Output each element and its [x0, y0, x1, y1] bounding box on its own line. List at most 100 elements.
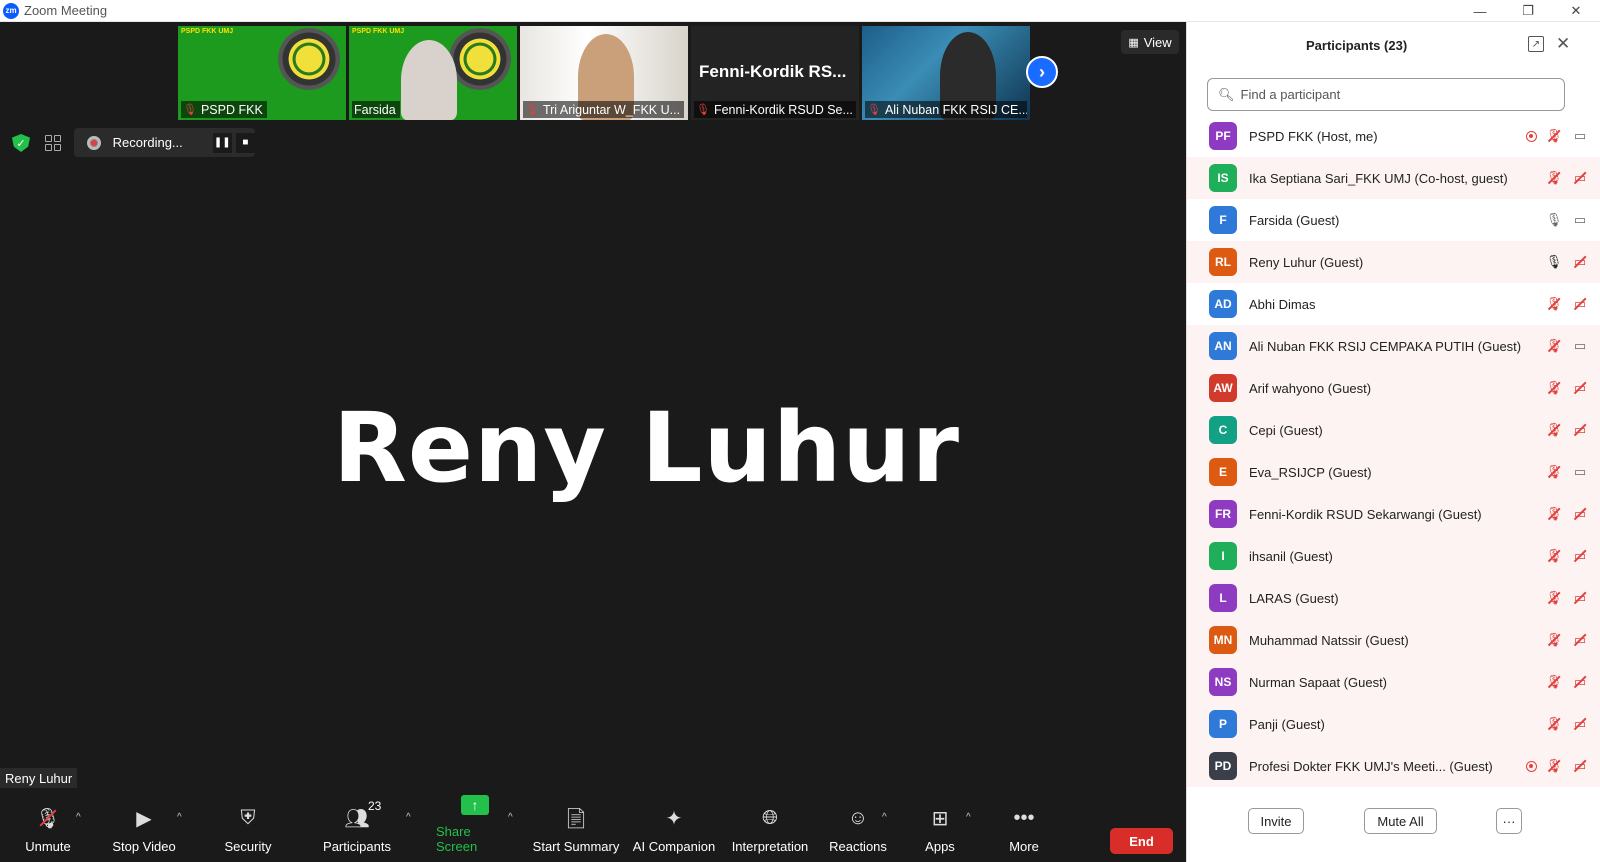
video-on-icon[interactable]: ▭ [1571, 337, 1589, 355]
participants-options-caret-icon[interactable]: ^ [406, 812, 411, 823]
video-off-icon[interactable]: ▭ [1571, 169, 1589, 187]
video-tile[interactable]: Fenni-Kordik RS... 🎙︎ Fenni-Kordik RSUD … [691, 26, 859, 120]
apps-grid-icon: ⊞ [931, 807, 949, 830]
video-on-icon[interactable]: ▭ [1571, 463, 1589, 481]
participant-row[interactable]: L LARAS (Guest) 🎙︎ ▭ [1187, 577, 1600, 619]
invite-button[interactable]: Invite [1248, 808, 1304, 834]
participant-row[interactable]: IS Ika Septiana Sari_FKK UMJ (Co-host, gu… [1187, 157, 1600, 199]
video-on-icon[interactable]: ▭ [1571, 211, 1589, 229]
share-screen-button[interactable]: ↑ Share Screen [436, 792, 514, 860]
restore-button[interactable]: ❐ [1504, 0, 1552, 22]
panel-footer: Invite Mute All ··· [1187, 797, 1600, 857]
reactions-options-caret-icon[interactable]: ^ [882, 812, 887, 823]
video-off-icon[interactable]: ▭ [1571, 673, 1589, 691]
video-off-icon[interactable]: ▭ [1571, 253, 1589, 271]
participant-row[interactable]: E Eva_RSIJCP (Guest) 🎙︎ ▭ [1187, 451, 1600, 493]
minimize-button[interactable]: — [1456, 0, 1504, 22]
tile-name: Tri Ariguntar W_FKK U... [542, 102, 681, 117]
mic-active-icon[interactable]: 🎙︎ [1545, 253, 1563, 271]
video-tile[interactable]: PSPD FKK UMJ 🎙︎ PSPD FKK [178, 26, 346, 120]
close-window-button[interactable]: ✕ [1552, 0, 1600, 22]
participant-row[interactable]: FR Fenni-Kordik RSUD Sekarwangi (Guest) 🎙︎… [1187, 493, 1600, 535]
video-on-icon[interactable]: ▭ [1571, 127, 1589, 145]
mic-muted-icon[interactable]: 🎙︎ [1545, 169, 1563, 187]
reactions-button[interactable]: ☺ Reactions [828, 792, 888, 860]
video-off-icon[interactable]: ▭ [1571, 421, 1589, 439]
avatar: PD [1209, 752, 1237, 780]
mic-muted-icon[interactable]: 🎙︎ [1545, 715, 1563, 733]
audio-options-caret-icon[interactable]: ^ [76, 812, 81, 823]
mic-muted-icon[interactable]: 🎙︎ [1545, 547, 1563, 565]
view-button[interactable]: ▦ View [1121, 30, 1179, 54]
mic-muted-icon[interactable]: 🎙︎ [1545, 463, 1563, 481]
participants-button[interactable]: 👥︎ 23 Participants [322, 792, 392, 860]
video-off-icon[interactable]: ▭ [1571, 505, 1589, 523]
university-emblem-icon [278, 28, 340, 90]
interpretation-button[interactable]: 🌐︎ Interpretation [728, 792, 812, 860]
security-button[interactable]: ⛨ Security [222, 792, 274, 860]
mic-muted-icon[interactable]: 🎙︎ [1545, 589, 1563, 607]
mic-muted-icon[interactable]: 🎙︎ [1545, 505, 1563, 523]
mic-muted-icon[interactable]: 🎙︎ [1545, 421, 1563, 439]
mic-muted-icon[interactable]: 🎙︎ [1545, 673, 1563, 691]
zoom-window: zm Zoom Meeting — ❐ ✕ PSPD FKK UMJ 🎙︎ PS… [0, 0, 1600, 862]
popout-icon[interactable]: ↗ [1528, 36, 1544, 52]
video-off-icon[interactable]: ▭ [1571, 757, 1589, 775]
video-tile[interactable]: PSPD FKK UMJ Farsida [349, 26, 517, 120]
participant-status-icons: 🎙︎ ▭ [1545, 577, 1589, 619]
stop-video-label: Stop Video [112, 839, 176, 854]
mic-muted-icon[interactable]: 🎙︎ [1545, 295, 1563, 313]
video-options-caret-icon[interactable]: ^ [177, 812, 182, 823]
mute-all-button[interactable]: Mute All [1364, 808, 1437, 834]
video-off-icon[interactable]: ▭ [1571, 547, 1589, 565]
mic-muted-icon[interactable]: 🎙︎ [1545, 631, 1563, 649]
ai-companion-button[interactable]: ✦ AI Companion [632, 792, 716, 860]
unmute-label: Unmute [25, 839, 71, 854]
stop-video-button[interactable]: ▶ Stop Video [110, 792, 178, 860]
next-page-arrow-icon[interactable]: › [1026, 56, 1058, 88]
mic-muted-icon[interactable]: 🎙︎ [1545, 379, 1563, 397]
avatar: C [1209, 416, 1237, 444]
gallery-grid-icon[interactable] [45, 135, 61, 151]
end-meeting-button[interactable]: End [1110, 828, 1173, 854]
video-off-icon[interactable]: ▭ [1571, 715, 1589, 733]
share-options-caret-icon[interactable]: ^ [508, 812, 513, 823]
apps-button[interactable]: ⊞ Apps [920, 792, 960, 860]
unmute-button[interactable]: 🎙︎ Unmute [22, 792, 74, 860]
encryption-shield-icon[interactable]: ✓ [12, 134, 30, 152]
mic-muted-icon[interactable]: 🎙︎ [1545, 757, 1563, 775]
search-input[interactable] [1240, 87, 1561, 102]
participant-status-icons: 🎙︎ ▭ [1545, 241, 1589, 283]
video-off-icon[interactable]: ▭ [1571, 295, 1589, 313]
mic-muted-icon[interactable]: 🎙︎ [1545, 337, 1563, 355]
participant-row[interactable]: P Panji (Guest) 🎙︎ ▭ [1187, 703, 1600, 745]
participant-video [401, 40, 457, 120]
close-panel-icon[interactable]: ✕ [1556, 34, 1570, 54]
video-tile[interactable]: 🎙︎ Ali Nuban FKK RSIJ CE... [862, 26, 1030, 120]
participant-row[interactable]: NS Nurman Sapaat (Guest) 🎙︎ ▭ [1187, 661, 1600, 703]
pause-recording-button[interactable]: ❚❚ [212, 132, 232, 153]
mic-on-icon[interactable]: 🎙︎ [1545, 211, 1563, 229]
participant-row[interactable]: C Cepi (Guest) 🎙︎ ▭ [1187, 409, 1600, 451]
panel-more-button[interactable]: ··· [1496, 808, 1522, 834]
participant-row[interactable]: Iihsanil (Guest) 🎙︎ ▭ [1187, 535, 1600, 577]
stop-recording-button[interactable]: ■ [235, 132, 255, 153]
participant-row[interactable]: PF PSPD FKK (Host, me) 🎙︎ ▭ [1187, 115, 1600, 157]
participant-row[interactable]: RL Reny Luhur (Guest) 🎙︎ ▭ [1187, 241, 1600, 283]
apps-label: Apps [925, 839, 955, 854]
start-summary-button[interactable]: 📄︎ Start Summary [532, 792, 620, 860]
mic-muted-icon[interactable]: 🎙︎ [1545, 127, 1563, 145]
video-off-icon[interactable]: ▭ [1571, 631, 1589, 649]
video-off-icon[interactable]: ▭ [1571, 589, 1589, 607]
participant-row[interactable]: MN Muhammad Natssir (Guest) 🎙︎ ▭ [1187, 619, 1600, 661]
apps-options-caret-icon[interactable]: ^ [966, 812, 971, 823]
participant-row[interactable]: AW Arif wahyono (Guest) 🎙︎ ▭ [1187, 367, 1600, 409]
participant-row[interactable]: AD Abhi Dimas 🎙︎ ▭ [1187, 283, 1600, 325]
participant-row[interactable]: F Farsida (Guest) 🎙︎ ▭ [1187, 199, 1600, 241]
more-button[interactable]: ••• More [1004, 792, 1044, 860]
participant-search[interactable]: 🔍︎ [1207, 78, 1565, 111]
video-tile[interactable]: 🎙︎ Tri Ariguntar W_FKK U... [520, 26, 688, 120]
participant-row[interactable]: AN Ali Nuban FKK RSIJ CEMPAKA PUTIH (Gues… [1187, 325, 1600, 367]
video-off-icon[interactable]: ▭ [1571, 379, 1589, 397]
participant-row[interactable]: PD Profesi Dokter FKK UMJ's Meeti... (Gue… [1187, 745, 1600, 787]
